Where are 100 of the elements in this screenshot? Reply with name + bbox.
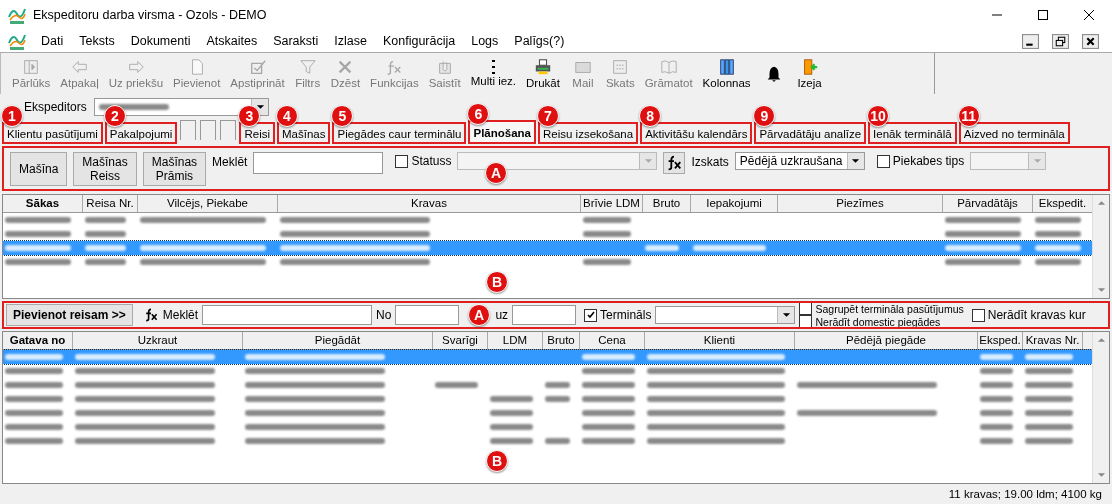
close-icon[interactable] <box>1082 33 1099 49</box>
callout-marker: 8 <box>639 105 662 127</box>
toolbar-button[interactable]: Kolonnas <box>697 54 756 93</box>
tab[interactable] <box>180 120 197 140</box>
vehicle-button[interactable]: Mašīnas Prāmis <box>142 152 207 186</box>
calendar-icon <box>611 58 630 76</box>
filter-icon <box>298 58 317 76</box>
caret-icon <box>255 104 265 110</box>
column-header[interactable]: Piezīmes <box>778 195 943 212</box>
column-header[interactable]: Iepakojumi <box>691 195 778 212</box>
search-field[interactable] <box>253 152 384 174</box>
tab[interactable]: Reisu izsekošana <box>539 123 638 143</box>
caret-icon <box>781 312 791 318</box>
menu-item[interactable]: Dokumenti <box>122 34 199 48</box>
status-text: 11 kravas; 19.00 ldm; 4100 kg <box>948 488 1102 500</box>
menu-item[interactable]: Izlase <box>326 34 375 48</box>
search-field[interactable] <box>202 305 373 325</box>
tab[interactable]: Klientu pasūtījumi <box>3 123 102 143</box>
scroll-up-icon[interactable] <box>1096 337 1106 343</box>
window-title: Ekspeditoru darba virsma - Ozols - DEMO <box>33 8 267 22</box>
callout-marker: A <box>468 304 490 326</box>
column-header[interactable]: Vilcējs, Piekabe <box>138 195 278 212</box>
check-icon <box>248 58 267 76</box>
tab[interactable] <box>200 120 217 140</box>
menu-item[interactable]: Teksts <box>71 34 123 48</box>
column-header[interactable]: Pārvadātājs <box>943 195 1033 212</box>
menu-item[interactable]: Saraksti <box>265 34 327 48</box>
callout-marker: 11 <box>957 105 980 127</box>
menu-item[interactable]: Konfigurācija <box>374 34 464 48</box>
column-header[interactable]: Sākas <box>3 195 83 212</box>
book-icon <box>659 58 678 76</box>
callout-marker: B <box>486 271 508 293</box>
panel-icon <box>22 58 41 76</box>
dots-icon <box>491 60 495 74</box>
domestic-checkbox[interactable]: Nerādīt domestic piegādes <box>799 315 964 328</box>
callout-marker: B <box>486 450 508 472</box>
function-button[interactable] <box>663 152 686 174</box>
hide-cargo-checkbox[interactable]: Nerādīt kravas kur <box>971 308 1086 322</box>
back-icon <box>70 58 89 76</box>
toolbar-button[interactable]: Izeja <box>791 54 828 93</box>
callout-marker: 1 <box>1 105 23 127</box>
scroll-down-icon[interactable] <box>1096 287 1106 293</box>
callout-marker: 5 <box>331 105 354 127</box>
tab[interactable]: Plānošana <box>469 121 535 143</box>
callout-marker: 10 <box>867 105 890 127</box>
column-header[interactable]: Brīvie LDM <box>581 195 643 212</box>
field-label: Meklēt <box>212 155 248 169</box>
column-header[interactable]: Kravas <box>278 195 581 212</box>
terminal-checkbox[interactable]: Termināls <box>584 308 652 322</box>
callout-marker: 4 <box>276 105 298 127</box>
vehicle-button[interactable]: Mašīnas Reiss <box>73 152 137 186</box>
status-checkbox[interactable]: Statuss <box>395 154 452 168</box>
trailer-type-dropdown[interactable] <box>970 152 1047 170</box>
tab[interactable]: Piegādes caur terminālu <box>333 123 466 143</box>
menu-item[interactable]: Palīgs(?) <box>506 34 573 48</box>
scroll-down-icon[interactable] <box>1096 472 1106 478</box>
caret-icon <box>851 158 861 164</box>
tab[interactable] <box>220 120 237 140</box>
status-dropdown[interactable] <box>457 152 658 170</box>
minimize-icon[interactable] <box>1022 33 1039 49</box>
columns-icon <box>717 58 736 76</box>
column-header[interactable]: Reisa Nr. <box>83 195 138 212</box>
field-label: Izskats <box>691 155 729 169</box>
tab[interactable]: Pakalpojumi <box>105 123 177 143</box>
menu-item[interactable]: Atskaites <box>198 34 266 48</box>
add-to-trip-button[interactable]: Pievienot reisam >> <box>6 304 133 326</box>
field-label: Ekspeditors <box>24 100 88 114</box>
toolbar-button[interactable]: Drukāt <box>521 54 565 93</box>
column-header[interactable]: Bruto <box>643 195 691 212</box>
callout-marker: 9 <box>753 105 776 127</box>
scroll-up-icon[interactable] <box>1096 200 1106 206</box>
date-to-field[interactable] <box>512 305 577 325</box>
printer-icon <box>533 58 552 76</box>
tab[interactable]: Mašīnas <box>278 123 330 143</box>
callout-marker: 6 <box>467 103 490 125</box>
tab[interactable]: Reisi <box>240 123 274 143</box>
tab[interactable]: Ienāk terminālā <box>869 123 956 143</box>
vehicle-button[interactable]: Mašīna <box>10 152 68 186</box>
menu-item[interactable]: Dati <box>33 34 72 48</box>
forward-icon <box>126 58 145 76</box>
tab[interactable]: Aktivitāšu kalendārs <box>641 123 752 143</box>
field-label: uz <box>495 308 509 322</box>
maximize-icon[interactable] <box>1037 9 1049 21</box>
view-dropdown[interactable]: Pēdējā uzkraušana <box>734 152 865 170</box>
tab[interactable]: Pārvadātāju analīze <box>755 123 866 143</box>
field-label: No <box>376 308 392 322</box>
terminal-dropdown[interactable] <box>655 306 796 324</box>
function-icon <box>385 58 404 76</box>
toolbar-button[interactable]: Multi iez. <box>465 54 522 93</box>
restore-icon[interactable] <box>1052 33 1069 49</box>
caret-icon <box>643 158 653 164</box>
callout-marker: 7 <box>537 105 559 127</box>
group-checkbox[interactable]: Sagrupēt termināla pasūtījumus <box>799 302 964 315</box>
close-icon[interactable] <box>1083 9 1095 21</box>
date-from-field[interactable] <box>395 305 460 325</box>
caret-icon <box>1032 158 1042 164</box>
tab[interactable]: Aizved no termināla <box>959 123 1069 143</box>
callout-marker: A <box>485 162 507 184</box>
menu-item[interactable]: Logs <box>463 34 507 48</box>
trailer-type-checkbox[interactable]: Piekabes tips <box>876 154 965 168</box>
